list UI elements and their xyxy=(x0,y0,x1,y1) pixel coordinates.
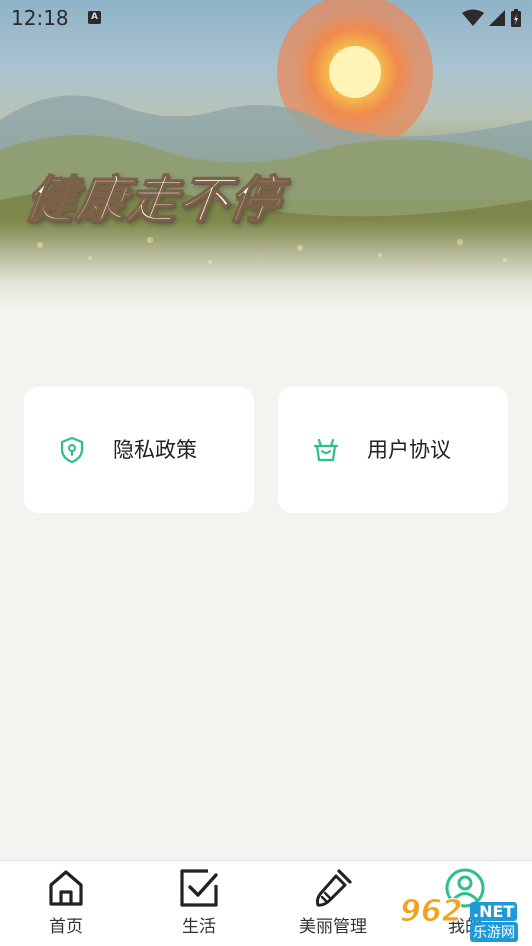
nav-item-life[interactable]: 生活 xyxy=(149,867,249,939)
checkbox-icon xyxy=(180,869,218,907)
status-icons xyxy=(462,8,522,28)
home-icon xyxy=(49,870,83,906)
nav-item-beauty[interactable]: 美丽管理 xyxy=(283,867,383,939)
hero-title: 健康走不停 xyxy=(21,170,286,230)
nav-label-home: 首页 xyxy=(49,917,83,937)
nav-label-life: 生活 xyxy=(182,917,216,937)
privacy-policy-label: 隐私政策 xyxy=(113,438,197,462)
hero-fade xyxy=(0,220,532,310)
brush-icon xyxy=(315,869,352,907)
signal-icon xyxy=(489,10,505,26)
user-agreement-label: 用户协议 xyxy=(367,438,451,462)
nav-label-beauty: 美丽管理 xyxy=(299,917,367,937)
nav-item-home[interactable]: 首页 xyxy=(16,867,116,939)
status-time: 12:18 xyxy=(11,6,69,30)
notification-icon: A xyxy=(88,11,101,24)
shield-lock-icon xyxy=(60,436,84,464)
status-bar: 12:18 A xyxy=(0,0,532,36)
basket-icon xyxy=(313,438,339,462)
watermark-domain: .NET xyxy=(470,902,518,921)
privacy-policy-card[interactable]: 隐私政策 xyxy=(24,387,254,513)
battery-icon xyxy=(511,9,521,27)
watermark-number: 962 xyxy=(400,894,464,930)
wifi-icon xyxy=(462,9,484,26)
watermark-name: 乐游网 xyxy=(470,922,518,942)
user-agreement-card[interactable]: 用户协议 xyxy=(278,387,508,513)
site-watermark: 962 .NET 乐游网 xyxy=(396,892,532,942)
hero-banner xyxy=(0,0,532,310)
